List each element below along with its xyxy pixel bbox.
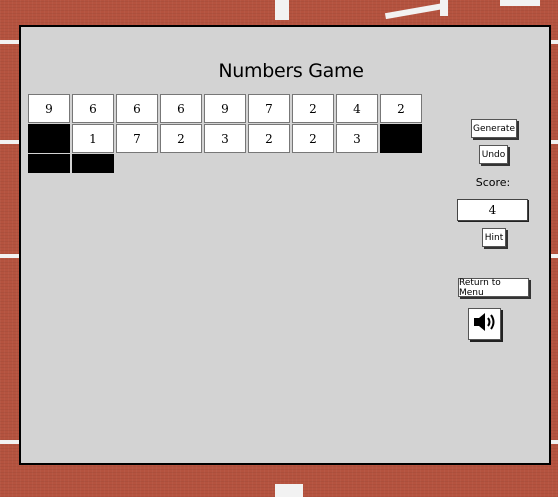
grid-cell[interactable]: 9 bbox=[204, 94, 246, 123]
grid-cell[interactable]: 1 bbox=[72, 124, 114, 153]
grid-cell-blank bbox=[72, 154, 114, 173]
grid-cell-blank bbox=[28, 124, 70, 153]
grid-cell[interactable]: 2 bbox=[380, 94, 422, 123]
number-grid: 9 6 6 6 9 7 2 4 2 1 7 2 3 2 2 3 bbox=[28, 94, 424, 173]
grid-cell[interactable]: 4 bbox=[336, 94, 378, 123]
grid-cell[interactable]: 2 bbox=[292, 94, 334, 123]
grid-cell[interactable]: 9 bbox=[28, 94, 70, 123]
grid-cell[interactable]: 6 bbox=[160, 94, 202, 123]
track-lane-mark bbox=[275, 0, 289, 20]
grid-cell[interactable]: 2 bbox=[292, 124, 334, 153]
grid-cell[interactable]: 2 bbox=[248, 124, 290, 153]
grid-row bbox=[28, 154, 424, 173]
grid-cell[interactable]: 7 bbox=[116, 124, 158, 153]
return-to-menu-button[interactable]: Return to Menu bbox=[458, 278, 529, 298]
grid-row: 9 6 6 6 9 7 2 4 2 bbox=[28, 94, 424, 123]
track-number-mark bbox=[440, 0, 448, 16]
track-number-mark bbox=[500, 0, 540, 6]
speaker-icon bbox=[472, 310, 498, 338]
sound-toggle-button[interactable] bbox=[468, 308, 501, 340]
undo-button[interactable]: Undo bbox=[479, 145, 508, 164]
score-value: 4 bbox=[457, 199, 528, 221]
track-lane-mark bbox=[275, 484, 303, 497]
score-label: Score: bbox=[475, 176, 511, 189]
game-panel: Numbers Game 9 6 6 6 9 7 2 4 2 1 7 2 3 2… bbox=[19, 25, 551, 465]
grid-cell[interactable]: 6 bbox=[72, 94, 114, 123]
grid-cell-blank bbox=[380, 124, 422, 153]
page-title: Numbers Game bbox=[218, 60, 364, 82]
hint-button[interactable]: Hint bbox=[482, 228, 506, 247]
grid-cell[interactable]: 2 bbox=[160, 124, 202, 153]
grid-cell[interactable]: 7 bbox=[248, 94, 290, 123]
grid-cell[interactable]: 3 bbox=[336, 124, 378, 153]
grid-cell[interactable]: 6 bbox=[116, 94, 158, 123]
track-number-mark bbox=[384, 2, 446, 20]
grid-cell[interactable]: 3 bbox=[204, 124, 246, 153]
grid-row: 1 7 2 3 2 2 3 bbox=[28, 124, 424, 153]
grid-cell-blank bbox=[28, 154, 70, 173]
generate-button[interactable]: Generate bbox=[471, 119, 517, 138]
